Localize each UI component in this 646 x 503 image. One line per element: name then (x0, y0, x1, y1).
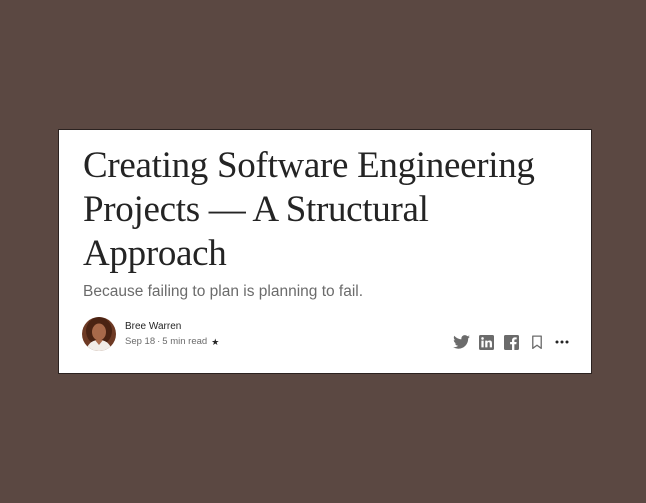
linkedin-share-button[interactable] (474, 332, 499, 352)
bookmark-button[interactable] (524, 332, 549, 352)
more-icon (555, 340, 569, 344)
byline: Bree Warren Sep 18 · 5 min read ★ (82, 316, 219, 352)
article-header-card: Creating Software Engineering Projects —… (58, 129, 592, 374)
article-subtitle: Because failing to plan is planning to f… (83, 283, 364, 300)
linkedin-icon (479, 334, 494, 350)
read-time: 5 min read (162, 336, 208, 347)
twitter-share-button[interactable] (449, 332, 474, 352)
share-actions (449, 332, 574, 352)
member-star-icon: ★ (211, 337, 220, 347)
author-avatar[interactable] (82, 317, 116, 351)
byline-meta: Bree Warren Sep 18 · 5 min read ★ (125, 320, 219, 348)
twitter-icon (453, 335, 470, 349)
bookmark-icon (531, 334, 543, 350)
facebook-icon (504, 334, 519, 350)
meta-separator: · (157, 336, 161, 347)
more-options-button[interactable] (549, 332, 574, 352)
article-title: Creating Software Engineering Projects —… (83, 145, 535, 274)
article-details: Sep 18 · 5 min read ★ (125, 336, 219, 348)
facebook-share-button[interactable] (499, 332, 524, 352)
publish-date: Sep 18 (125, 336, 156, 347)
author-name[interactable]: Bree Warren (125, 320, 219, 333)
